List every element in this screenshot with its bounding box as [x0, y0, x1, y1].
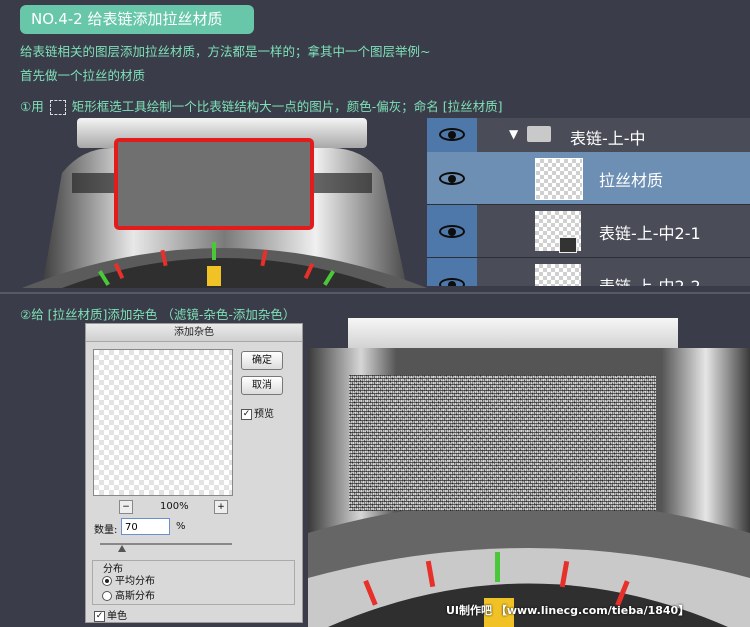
layer-name: 表链-上-中2-1	[599, 224, 701, 243]
cancel-button[interactable]: 取消	[241, 376, 283, 395]
radio-selected-icon[interactable]	[102, 576, 112, 586]
eye-icon[interactable]	[439, 225, 465, 238]
gaussian-label: 高斯分布	[115, 591, 155, 602]
layer-thumbnail	[535, 264, 581, 286]
filter-preview[interactable]	[93, 349, 233, 496]
monochrome-label: 单色	[107, 611, 127, 622]
step-2-text: ②给 [拉丝材质]添加杂色 （滤镜-杂色-添加杂色）	[20, 307, 296, 322]
amount-unit: %	[176, 521, 186, 532]
checkbox-checked-icon[interactable]: ✓	[241, 408, 252, 420]
ok-button[interactable]: 确定	[241, 351, 283, 370]
preview-label: 预览	[254, 409, 274, 420]
amount-input[interactable]: 70	[121, 518, 170, 535]
brushed-material-selection	[114, 138, 314, 230]
monochrome-checkbox[interactable]: ✓ 单色	[94, 607, 127, 622]
watch-illustration-top	[22, 118, 427, 288]
layer-row-selected[interactable]: 拉丝材质	[427, 152, 750, 205]
clipping-mask-icon	[559, 237, 577, 253]
eye-icon[interactable]	[439, 128, 465, 141]
uniform-label: 平均分布	[115, 576, 155, 587]
watermark: UI制作吧 【www.linecg.com/tieba/1840】	[446, 604, 690, 617]
intro-line-2: 首先做一个拉丝的材质	[20, 68, 146, 83]
folder-icon	[527, 126, 551, 142]
layer-row[interactable]: 表链-上-中2-2	[427, 258, 750, 286]
eye-icon[interactable]	[439, 278, 465, 286]
zoom-out-button[interactable]: −	[119, 500, 133, 514]
checkbox-checked-icon[interactable]: ✓	[94, 610, 105, 622]
step-1-text: ①用 矩形框选工具绘制一个比表链结构大一点的图片，颜色-偏灰；命名 [拉丝材质]	[20, 96, 502, 115]
step-1-prefix: ①用	[20, 99, 44, 114]
uniform-radio[interactable]: 平均分布	[102, 572, 155, 587]
title-badge: NO.4-2 给表链添加拉丝材质	[20, 5, 254, 34]
radio-unselected-icon[interactable]	[102, 591, 112, 601]
disclosure-triangle-icon[interactable]: ▼	[509, 127, 518, 141]
dialog-title: 添加杂色	[86, 324, 302, 342]
add-noise-dialog: 添加杂色 确定 取消 ✓ 预览 − 100% + 数量: 70 % 分布 平均分布…	[85, 323, 303, 623]
layer-name: 表链-上-中2-2	[599, 273, 701, 286]
preview-checkbox[interactable]: ✓ 预览	[241, 405, 274, 420]
step-1-suffix: 矩形框选工具绘制一个比表链结构大一点的图片，颜色-偏灰；命名 [拉丝材质]	[71, 99, 503, 114]
amount-slider-thumb[interactable]	[118, 545, 127, 552]
layer-thumbnail	[535, 158, 583, 200]
layer-row[interactable]: 表链-上-中2-1	[427, 205, 750, 258]
zoom-level: 100%	[160, 501, 189, 512]
layer-group-name: 表链-上-中	[570, 129, 646, 148]
marquee-tool-icon	[49, 100, 66, 115]
intro-line-1: 给表链相关的图层添加拉丝材质，方法都是一样的；拿其中一个图层举例~	[20, 44, 431, 59]
noise-texture-layer	[349, 375, 656, 511]
eye-icon[interactable]	[439, 172, 465, 185]
section-divider	[0, 292, 750, 294]
gaussian-radio[interactable]: 高斯分布	[102, 587, 155, 602]
amount-label: 数量:	[94, 525, 118, 536]
layer-group-row[interactable]: ▼ 表链-上-中	[427, 118, 750, 153]
layers-panel: ▼ 表链-上-中 拉丝材质 表链-上-中2-1 表链-上-中2-2	[427, 118, 750, 286]
layer-name: 拉丝材质	[599, 171, 664, 190]
zoom-in-button[interactable]: +	[214, 500, 228, 514]
